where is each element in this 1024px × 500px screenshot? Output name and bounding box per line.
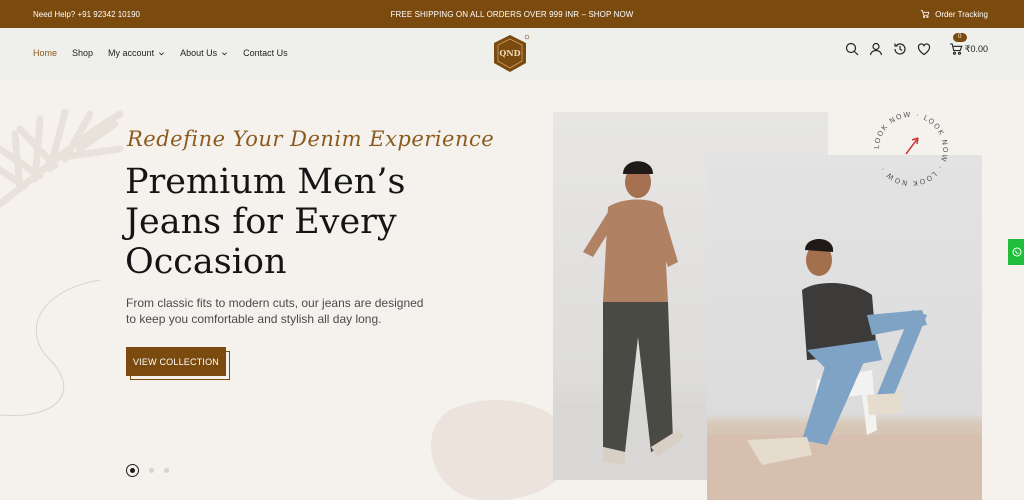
brand-logo[interactable]: QND: [490, 33, 530, 75]
hero-slider: Redefine Your Denim Experience Premium M…: [0, 80, 1024, 500]
order-tracking-link[interactable]: Order Tracking: [920, 9, 988, 19]
look-now-ring[interactable]: LOOK NOW · LOOK NOW · LOOK NOW ·: [866, 104, 956, 194]
headline-line: Jeans for Every: [125, 202, 397, 242]
headline-line: Premium Men’s: [125, 162, 406, 202]
history-icon[interactable]: [893, 42, 907, 56]
logo-text: QND: [499, 48, 520, 58]
chevron-down-icon: [222, 51, 228, 55]
cart-button[interactable]: 0 ₹0.00: [949, 33, 988, 56]
nav-item-contact-us[interactable]: Contact Us: [243, 48, 288, 58]
cart-icon: [920, 10, 930, 18]
hero-tagline: Redefine Your Denim Experience: [127, 127, 495, 151]
nav-item-label: Shop: [72, 48, 94, 58]
main-nav: Home Shop My account About Us Contact Us: [33, 48, 288, 58]
slide-dot-2[interactable]: [149, 468, 154, 473]
header-icons: 0 ₹0.00: [845, 33, 988, 56]
nav-item-home[interactable]: Home: [33, 48, 57, 58]
line-decoration: [0, 279, 101, 417]
cart-count-badge: 0: [952, 33, 967, 42]
chevron-down-icon: [159, 51, 165, 55]
top-announcement-bar: Need Help? +91 92342 10190 FREE SHIPPING…: [0, 0, 1024, 28]
order-tracking-label: Order Tracking: [935, 9, 988, 19]
nav-item-about-us[interactable]: About Us: [180, 48, 228, 58]
view-collection-button[interactable]: VIEW COLLECTION: [126, 347, 226, 376]
user-icon[interactable]: [869, 42, 883, 56]
slider-pagination: [126, 464, 169, 477]
site-header: Home Shop My account About Us Contact Us…: [0, 28, 1024, 80]
search-icon[interactable]: [845, 42, 859, 56]
model-photo-seated: [707, 155, 982, 500]
hero-headline: Premium Men’s Jeans for Every Occasion: [125, 162, 465, 282]
svg-text:LOOK NOW · LOOK NOW · LOOK NOW: LOOK NOW · LOOK NOW · LOOK NOW ·: [873, 111, 949, 187]
slide-dot-1[interactable]: [126, 464, 139, 477]
heart-icon[interactable]: [917, 42, 931, 56]
headline-line: Occasion: [125, 242, 287, 282]
nav-item-label: About Us: [180, 48, 218, 58]
nav-item-label: Home: [33, 48, 58, 58]
nav-item-label: Contact Us: [243, 48, 288, 58]
nav-item-label: My account: [108, 48, 155, 58]
whatsapp-icon: [1012, 247, 1022, 257]
leaf-decoration: [0, 108, 124, 208]
ring-text: LOOK NOW · LOOK NOW · LOOK NOW ·: [873, 111, 948, 187]
nav-item-my-account[interactable]: My account: [108, 48, 165, 58]
nav-item-shop[interactable]: Shop: [72, 48, 93, 58]
cart-icon: [949, 43, 963, 55]
slide-dot-3[interactable]: [164, 468, 169, 473]
cart-total: ₹0.00: [964, 43, 988, 54]
whatsapp-button[interactable]: [1008, 239, 1024, 265]
shipping-promo-link[interactable]: FREE SHIPPING ON ALL ORDERS OVER 999 INR…: [0, 10, 1024, 19]
hero-description: From classic fits to modern cuts, our je…: [126, 296, 424, 326]
